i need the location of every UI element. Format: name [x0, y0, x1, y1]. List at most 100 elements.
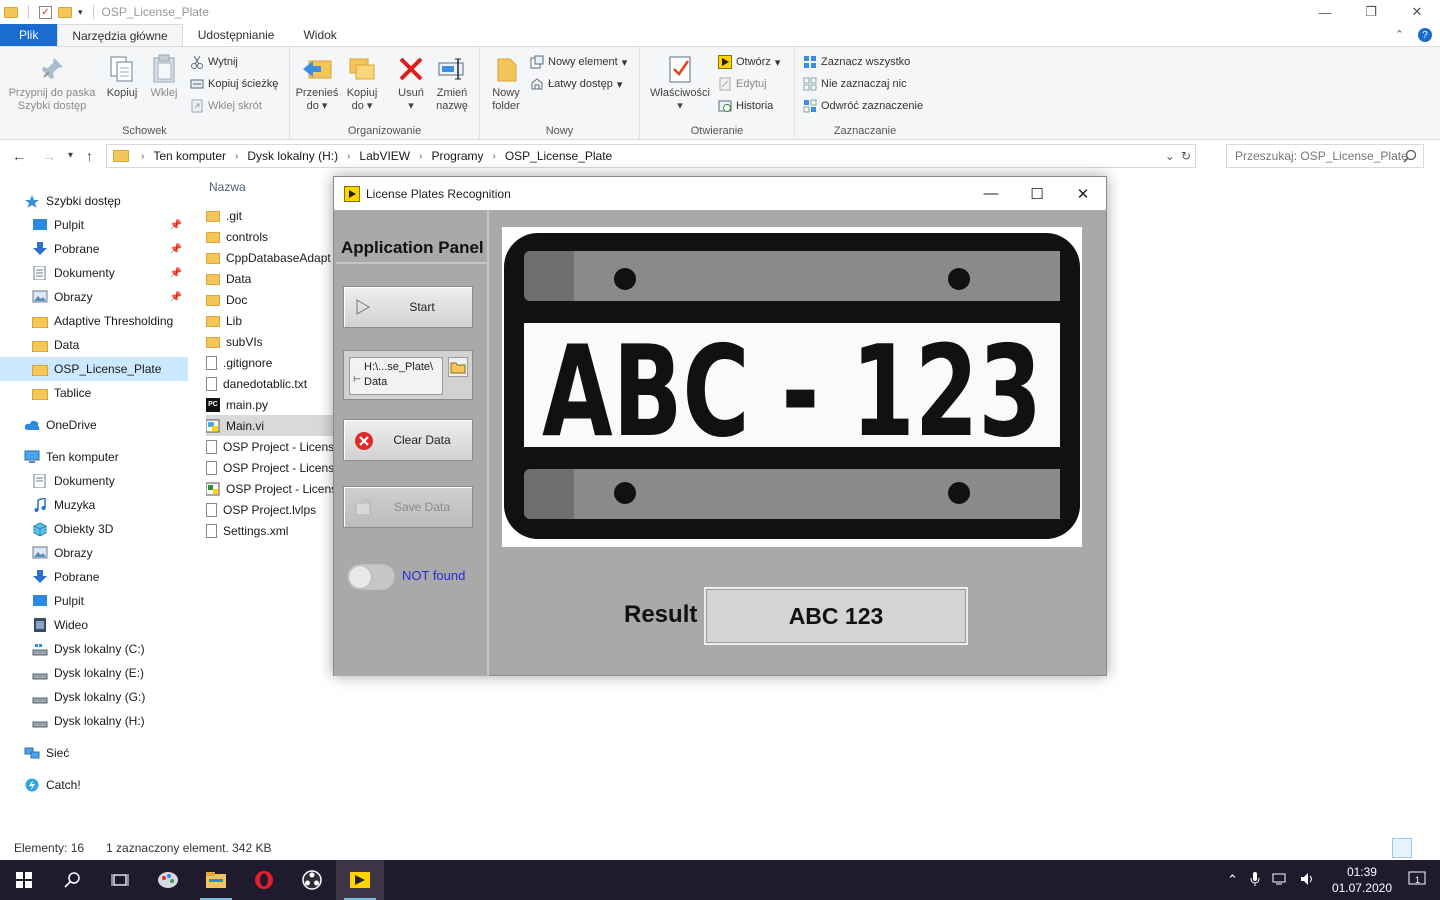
- nav-this-pc[interactable]: Ten komputer: [0, 445, 188, 469]
- show-hidden-icons-icon[interactable]: ⌃: [1227, 872, 1238, 888]
- clear-data-button[interactable]: Clear Data: [343, 419, 473, 461]
- obs-app-icon[interactable]: [288, 860, 336, 900]
- nav-pc-wideo[interactable]: Wideo: [0, 613, 188, 637]
- lv-close-button[interactable]: ✕: [1060, 177, 1106, 210]
- lv-maximize-button[interactable]: ☐: [1014, 177, 1060, 210]
- search-input[interactable]: Przeszukaj: OSP_License_Plate: [1226, 144, 1424, 168]
- nav-onedrive[interactable]: OneDrive: [0, 413, 188, 437]
- minimize-button[interactable]: —: [1302, 0, 1348, 24]
- new-item-button[interactable]: Nowy element ▾: [530, 55, 627, 69]
- tab-share[interactable]: Udostępnianie: [183, 24, 290, 46]
- large-icons-view-icon[interactable]: [1414, 838, 1434, 858]
- breadcrumb-this-pc[interactable]: Ten komputer: [153, 149, 226, 163]
- nav-pc-obiekty-3d[interactable]: Obiekty 3D: [0, 517, 188, 541]
- cut-button[interactable]: Wytnij: [190, 55, 238, 69]
- nav-disk-g[interactable]: Dysk lokalny (G:): [0, 685, 188, 709]
- tab-home[interactable]: Narzędzia główne: [57, 24, 183, 46]
- labview-app-icon[interactable]: [336, 860, 384, 900]
- chevron-right-icon[interactable]: ›: [235, 151, 238, 162]
- nav-disk-h[interactable]: Dysk lokalny (H:): [0, 709, 188, 733]
- forward-arrow-icon[interactable]: →: [42, 148, 56, 164]
- lv-minimize-button[interactable]: —: [968, 177, 1014, 210]
- nav-pc-muzyka[interactable]: Muzyka: [0, 493, 188, 517]
- breadcrumb-disk-h[interactable]: Dysk lokalny (H:): [247, 149, 338, 163]
- windows-start-icon[interactable]: [0, 860, 48, 900]
- clock[interactable]: 01:39 01.07.2020: [1332, 864, 1392, 896]
- qat-dropdown-icon[interactable]: ▾: [78, 7, 83, 18]
- search-icon[interactable]: [1403, 149, 1417, 166]
- pin-quick-access-button[interactable]: Przypnij do paska Szybki dostęp: [6, 53, 98, 113]
- nav-pc-pobrane[interactable]: Pobrane: [0, 565, 188, 589]
- column-header-name[interactable]: Nazwa: [209, 180, 246, 194]
- up-arrow-icon[interactable]: ↑: [86, 148, 93, 164]
- properties-button[interactable]: Właściwości ▾: [648, 53, 712, 113]
- opera-app-icon[interactable]: [240, 860, 288, 900]
- recent-locations-icon[interactable]: ▾: [68, 150, 73, 161]
- network-status-icon[interactable]: [1272, 872, 1288, 889]
- nav-quick-access[interactable]: Szybki dostęp: [0, 189, 188, 213]
- chevron-right-icon[interactable]: ›: [492, 151, 495, 162]
- invert-selection-button[interactable]: Odwróć zaznaczenie: [803, 99, 923, 113]
- notifications-icon[interactable]: 1: [1408, 871, 1426, 890]
- start-button[interactable]: Start: [343, 286, 473, 328]
- details-view-icon[interactable]: [1392, 838, 1412, 858]
- tab-view[interactable]: Widok: [289, 24, 350, 46]
- save-data-button[interactable]: Save Data: [343, 486, 473, 528]
- nav-data[interactable]: Data: [0, 333, 188, 357]
- breadcrumb-osp[interactable]: OSP_License_Plate: [505, 149, 612, 163]
- new-folder-qat-icon[interactable]: [58, 6, 72, 18]
- back-arrow-icon[interactable]: ←: [12, 148, 26, 164]
- paste-shortcut-button[interactable]: Wklej skrót: [190, 99, 262, 113]
- paste-button[interactable]: Wklej: [146, 53, 182, 100]
- address-dropdown-icon[interactable]: ⌄: [1165, 149, 1175, 163]
- nav-disk-e[interactable]: Dysk lokalny (E:): [0, 661, 188, 685]
- address-box[interactable]: › Ten komputer › Dysk lokalny (H:) › Lab…: [106, 144, 1196, 168]
- nav-pulpit[interactable]: Pulpit 📌: [0, 213, 188, 237]
- paint-app-icon[interactable]: [144, 860, 192, 900]
- help-icon[interactable]: ?: [1418, 28, 1432, 42]
- new-folder-button[interactable]: Nowy folder: [486, 53, 526, 113]
- chevron-right-icon[interactable]: ›: [419, 151, 422, 162]
- breadcrumb-programy[interactable]: Programy: [431, 149, 483, 163]
- breadcrumb-labview[interactable]: LabVIEW: [359, 149, 410, 163]
- maximize-button[interactable]: ❐: [1348, 0, 1394, 24]
- search-icon[interactable]: [48, 860, 96, 900]
- collapse-ribbon-icon[interactable]: ⌃: [1395, 28, 1404, 42]
- nav-network[interactable]: Sieć: [0, 741, 188, 765]
- volume-icon[interactable]: [1300, 872, 1316, 889]
- copy-path-button[interactable]: Kopiuj ścieżkę: [190, 77, 278, 91]
- properties-qat-icon[interactable]: ✓: [39, 5, 52, 19]
- browse-folder-button[interactable]: [448, 357, 468, 377]
- easy-access-button[interactable]: Łatwy dostęp ▾: [530, 77, 622, 91]
- nav-tablice[interactable]: Tablice: [0, 381, 188, 405]
- edit-button[interactable]: Edytuj: [718, 77, 767, 91]
- nav-pc-dokumenty[interactable]: Dokumenty: [0, 469, 188, 493]
- nav-disk-c[interactable]: Dysk lokalny (C:): [0, 637, 188, 661]
- close-button[interactable]: ✕: [1394, 0, 1440, 24]
- nav-adaptive-thresholding[interactable]: Adaptive Thresholding: [0, 309, 188, 333]
- tab-file[interactable]: Plik: [0, 24, 58, 46]
- file-explorer-app-icon[interactable]: [192, 860, 240, 900]
- open-button[interactable]: Otwórz ▾: [718, 55, 780, 69]
- select-none-button[interactable]: Nie zaznaczaj nic: [803, 77, 907, 91]
- refresh-icon[interactable]: ↻: [1181, 149, 1191, 163]
- nav-catch[interactable]: Catch!: [0, 773, 188, 797]
- chevron-right-icon[interactable]: ›: [347, 151, 350, 162]
- microphone-icon[interactable]: [1250, 871, 1260, 889]
- select-all-button[interactable]: Zaznacz wszystko: [803, 55, 910, 69]
- delete-button[interactable]: Usuń ▾: [392, 53, 430, 113]
- nav-pc-obrazy[interactable]: Obrazy: [0, 541, 188, 565]
- history-button[interactable]: Historia: [718, 99, 773, 113]
- data-path-input[interactable]: ⊢ H:\...se_Plate\ Data: [349, 357, 443, 395]
- nav-osp-license-plate[interactable]: OSP_License_Plate: [0, 357, 188, 381]
- task-view-icon[interactable]: [96, 860, 144, 900]
- copy-button[interactable]: Kopiuj: [104, 53, 140, 100]
- nav-obrazy[interactable]: Obrazy 📌: [0, 285, 188, 309]
- move-to-button[interactable]: Przenieś do ▾: [294, 53, 340, 113]
- copy-to-button[interactable]: Kopiuj do ▾: [340, 53, 384, 113]
- rename-button[interactable]: Zmień nazwę: [432, 53, 472, 113]
- nav-pc-pulpit[interactable]: Pulpit: [0, 589, 188, 613]
- recognition-status-toggle[interactable]: [347, 564, 395, 590]
- nav-pobrane[interactable]: Pobrane 📌: [0, 237, 188, 261]
- nav-dokumenty[interactable]: Dokumenty 📌: [0, 261, 188, 285]
